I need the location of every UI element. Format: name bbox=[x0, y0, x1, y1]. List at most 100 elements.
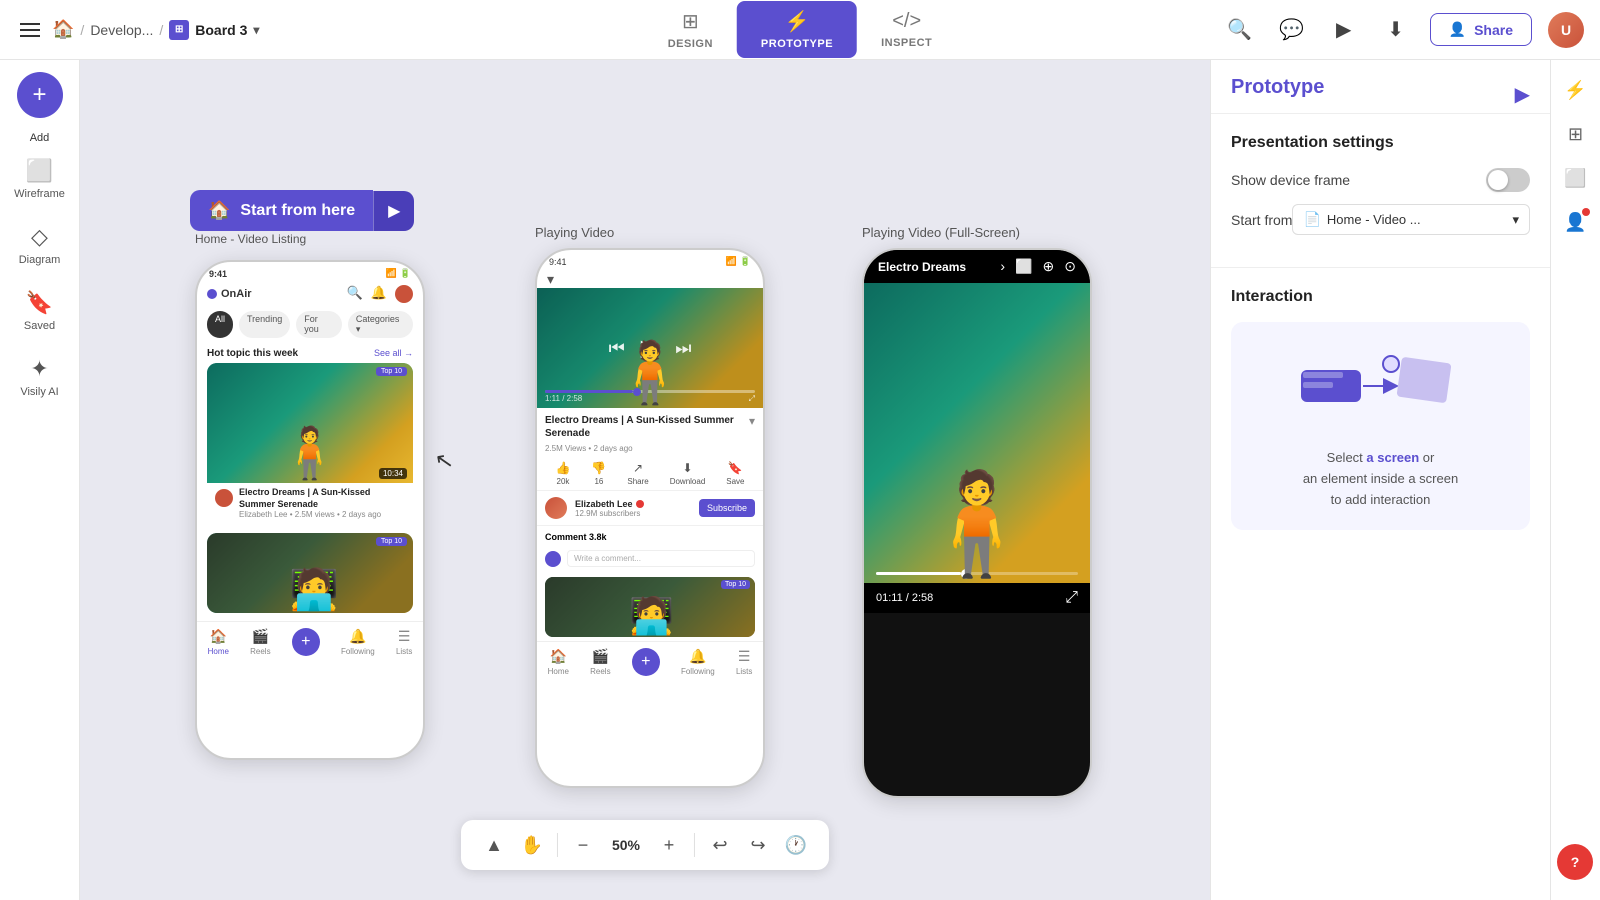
show-device-frame-row: Show device frame bbox=[1231, 168, 1530, 192]
fs-icon1[interactable]: › bbox=[1000, 258, 1005, 275]
video-card-1[interactable]: 🧍 10:34 Top 10 Electro Dreams | A Sun-Ki… bbox=[207, 363, 413, 525]
bnav-home[interactable]: 🏠 Home bbox=[208, 628, 229, 656]
filter-for-you[interactable]: For you bbox=[296, 311, 342, 338]
download-action-button[interactable]: ⬇ Download bbox=[670, 461, 706, 486]
home-frame-label: Home - Video Listing bbox=[195, 232, 306, 246]
canvas[interactable]: 🏠 Start from here ▶ Home - Video Listing… bbox=[80, 60, 1210, 900]
subscribe-button[interactable]: Subscribe bbox=[699, 499, 755, 517]
filter-all[interactable]: All bbox=[207, 311, 233, 338]
start-from-here-button[interactable]: 🏠 Start from here bbox=[190, 190, 373, 231]
phone-frame-playing[interactable]: Playing Video 9:41 📶🔋 ▾ 🧍 bbox=[535, 225, 765, 788]
fs-icon3[interactable]: ⊕ bbox=[1043, 258, 1055, 275]
bottom-nav-home: 🏠 Home 🎬 Reels + 🔔 Following bbox=[197, 621, 423, 660]
redo-button[interactable]: ↪ bbox=[741, 828, 775, 862]
home-icon[interactable]: 🏠 bbox=[52, 19, 74, 40]
sidebar-item-visily-ai[interactable]: ✦ Visily AI bbox=[6, 346, 74, 408]
small-video-card[interactable]: 🧑‍💻 Top 10 bbox=[545, 577, 755, 637]
bnav-home-p[interactable]: 🏠Home bbox=[548, 648, 569, 676]
sidebar-item-wireframe[interactable]: ⬜ Wireframe bbox=[6, 148, 74, 210]
bnav-add-button[interactable]: + bbox=[292, 628, 320, 656]
undo-button[interactable]: ↩ bbox=[703, 828, 737, 862]
comment-input-row: Write a comment... bbox=[537, 548, 763, 573]
playing-status-icons: 📶🔋 bbox=[726, 256, 751, 267]
save-icon: 🔖 bbox=[728, 461, 743, 475]
show-device-frame-toggle[interactable] bbox=[1486, 168, 1530, 192]
tab-inspect[interactable]: </> INSPECT bbox=[857, 2, 956, 57]
save-action-button[interactable]: 🔖 Save bbox=[726, 461, 744, 486]
status-time: 9:41 bbox=[209, 269, 227, 279]
bnav-following[interactable]: 🔔 Following bbox=[341, 628, 375, 656]
design-panel-icon[interactable]: ⊞ bbox=[1558, 116, 1594, 152]
lists-nav-icon: ☰ bbox=[398, 628, 411, 645]
bnav-lists-p[interactable]: ☰Lists bbox=[736, 648, 752, 676]
search-button[interactable]: 🔍 bbox=[1222, 12, 1258, 48]
help-button[interactable]: ? bbox=[1557, 844, 1593, 880]
sidebar-item-diagram[interactable]: ◇ Diagram bbox=[6, 214, 74, 276]
comment-input[interactable]: Write a comment... bbox=[567, 550, 755, 567]
tab-prototype[interactable]: ⚡ PROTOTYPE bbox=[737, 1, 857, 58]
bnav-add-p[interactable]: + bbox=[632, 648, 660, 676]
hint-or: or bbox=[1419, 450, 1434, 465]
phone-frame-home[interactable]: 9:41 📶🔋 OnAir 🔍🔔 bbox=[195, 260, 425, 760]
video-card-2[interactable]: 🧑‍💻 Top 10 bbox=[207, 533, 413, 613]
expand-icon[interactable]: ⤢ bbox=[749, 394, 755, 404]
download-icon: ⬇ bbox=[682, 461, 692, 475]
component-panel-icon[interactable]: ⬜ bbox=[1558, 160, 1594, 196]
breadcrumb-develop[interactable]: Develop... bbox=[90, 22, 153, 38]
presentation-settings-section: Presentation settings Show device frame … bbox=[1211, 114, 1550, 268]
left-sidebar: + Add ⬜ Wireframe ◇ Diagram 🔖 Saved ✦ Vi… bbox=[0, 60, 80, 900]
playing-time: 9:41 bbox=[549, 257, 567, 267]
hand-tool-button[interactable]: ✋ bbox=[515, 828, 549, 862]
playing-back-btn[interactable]: ▾ bbox=[537, 269, 763, 288]
phone-frame-fullscreen[interactable]: Playing Video (Full-Screen) Electro Drea… bbox=[862, 225, 1092, 798]
sidebar-item-saved[interactable]: 🔖 Saved bbox=[6, 280, 74, 342]
filter-trending[interactable]: Trending bbox=[239, 311, 290, 338]
add-label: Add bbox=[30, 132, 50, 144]
download-button[interactable]: ⬇ bbox=[1378, 12, 1414, 48]
menu-hamburger[interactable] bbox=[16, 19, 44, 41]
cursor-tool-button[interactable]: ▲ bbox=[477, 828, 511, 862]
phone-screen-home: 9:41 📶🔋 OnAir 🔍🔔 bbox=[197, 262, 423, 758]
tab-design[interactable]: ⊞ DESIGN bbox=[644, 1, 737, 58]
video-detail-header: Electro Dreams | A Sun-Kissed Summer Ser… bbox=[537, 408, 763, 444]
detail-expand-icon[interactable]: ▾ bbox=[749, 414, 755, 428]
history-button[interactable]: 🕐 bbox=[779, 828, 813, 862]
comment-avatar bbox=[545, 551, 561, 567]
add-button[interactable]: + bbox=[17, 72, 63, 118]
bnav-lists[interactable]: ☰ Lists bbox=[396, 628, 412, 656]
small-top-badge: Top 10 bbox=[721, 580, 750, 589]
share-action-button[interactable]: ↗ Share bbox=[627, 461, 648, 486]
board-name[interactable]: ⊞ Board 3 ▾ bbox=[169, 20, 259, 40]
prototype-panel-icon[interactable]: ⚡ bbox=[1558, 72, 1594, 108]
like-button[interactable]: 👍 20k bbox=[555, 461, 570, 486]
sfh-play-button[interactable]: ▶ bbox=[373, 191, 414, 231]
start-from-here-badge: 🏠 Start from here ▶ bbox=[190, 190, 414, 231]
share-label: Share bbox=[627, 477, 648, 486]
start-from-here-label: Start from here bbox=[240, 202, 355, 220]
play-button[interactable]: ▶ bbox=[1326, 12, 1362, 48]
fs-icon4[interactable]: ⊙ bbox=[1064, 258, 1076, 275]
bnav-reels-p[interactable]: 🎬Reels bbox=[590, 648, 610, 676]
filter-categories[interactable]: Categories ▾ bbox=[348, 311, 413, 338]
breadcrumb-sep1: / bbox=[80, 22, 84, 38]
home-icon: 🏠 bbox=[208, 200, 230, 221]
zoom-in-button[interactable]: + bbox=[652, 828, 686, 862]
bnav-following-p[interactable]: 🔔Following bbox=[681, 648, 715, 676]
zoom-out-button[interactable]: − bbox=[566, 828, 600, 862]
fs-icons: › ⬜ ⊕ ⊙ bbox=[1000, 258, 1076, 275]
start-from-value[interactable]: 📄 Home - Video ... ▾ bbox=[1292, 204, 1530, 235]
nav-left: 🏠 / Develop... / ⊞ Board 3 ▾ bbox=[16, 19, 259, 41]
fs-icon2[interactable]: ⬜ bbox=[1015, 258, 1032, 275]
user-avatar[interactable]: U bbox=[1548, 12, 1584, 48]
dislike-button[interactable]: 👎 16 bbox=[591, 461, 606, 486]
ai-label: Visily AI bbox=[20, 386, 58, 398]
prototype-icon: ⚡ bbox=[785, 9, 810, 34]
video-player[interactable]: 🧍 ⏮ ▶ ⏭ bbox=[537, 288, 763, 408]
notification-panel-icon[interactable]: 👤 bbox=[1558, 204, 1594, 240]
see-all-link[interactable]: See all → bbox=[374, 348, 413, 359]
fs-expand-icon[interactable]: ⤢ bbox=[1065, 589, 1078, 607]
share-button[interactable]: 👤 Share bbox=[1430, 13, 1532, 46]
prototype-play-icon[interactable]: ▶ bbox=[1515, 82, 1530, 107]
comment-button[interactable]: 💬 bbox=[1274, 12, 1310, 48]
bnav-reels[interactable]: 🎬 Reels bbox=[250, 628, 270, 656]
